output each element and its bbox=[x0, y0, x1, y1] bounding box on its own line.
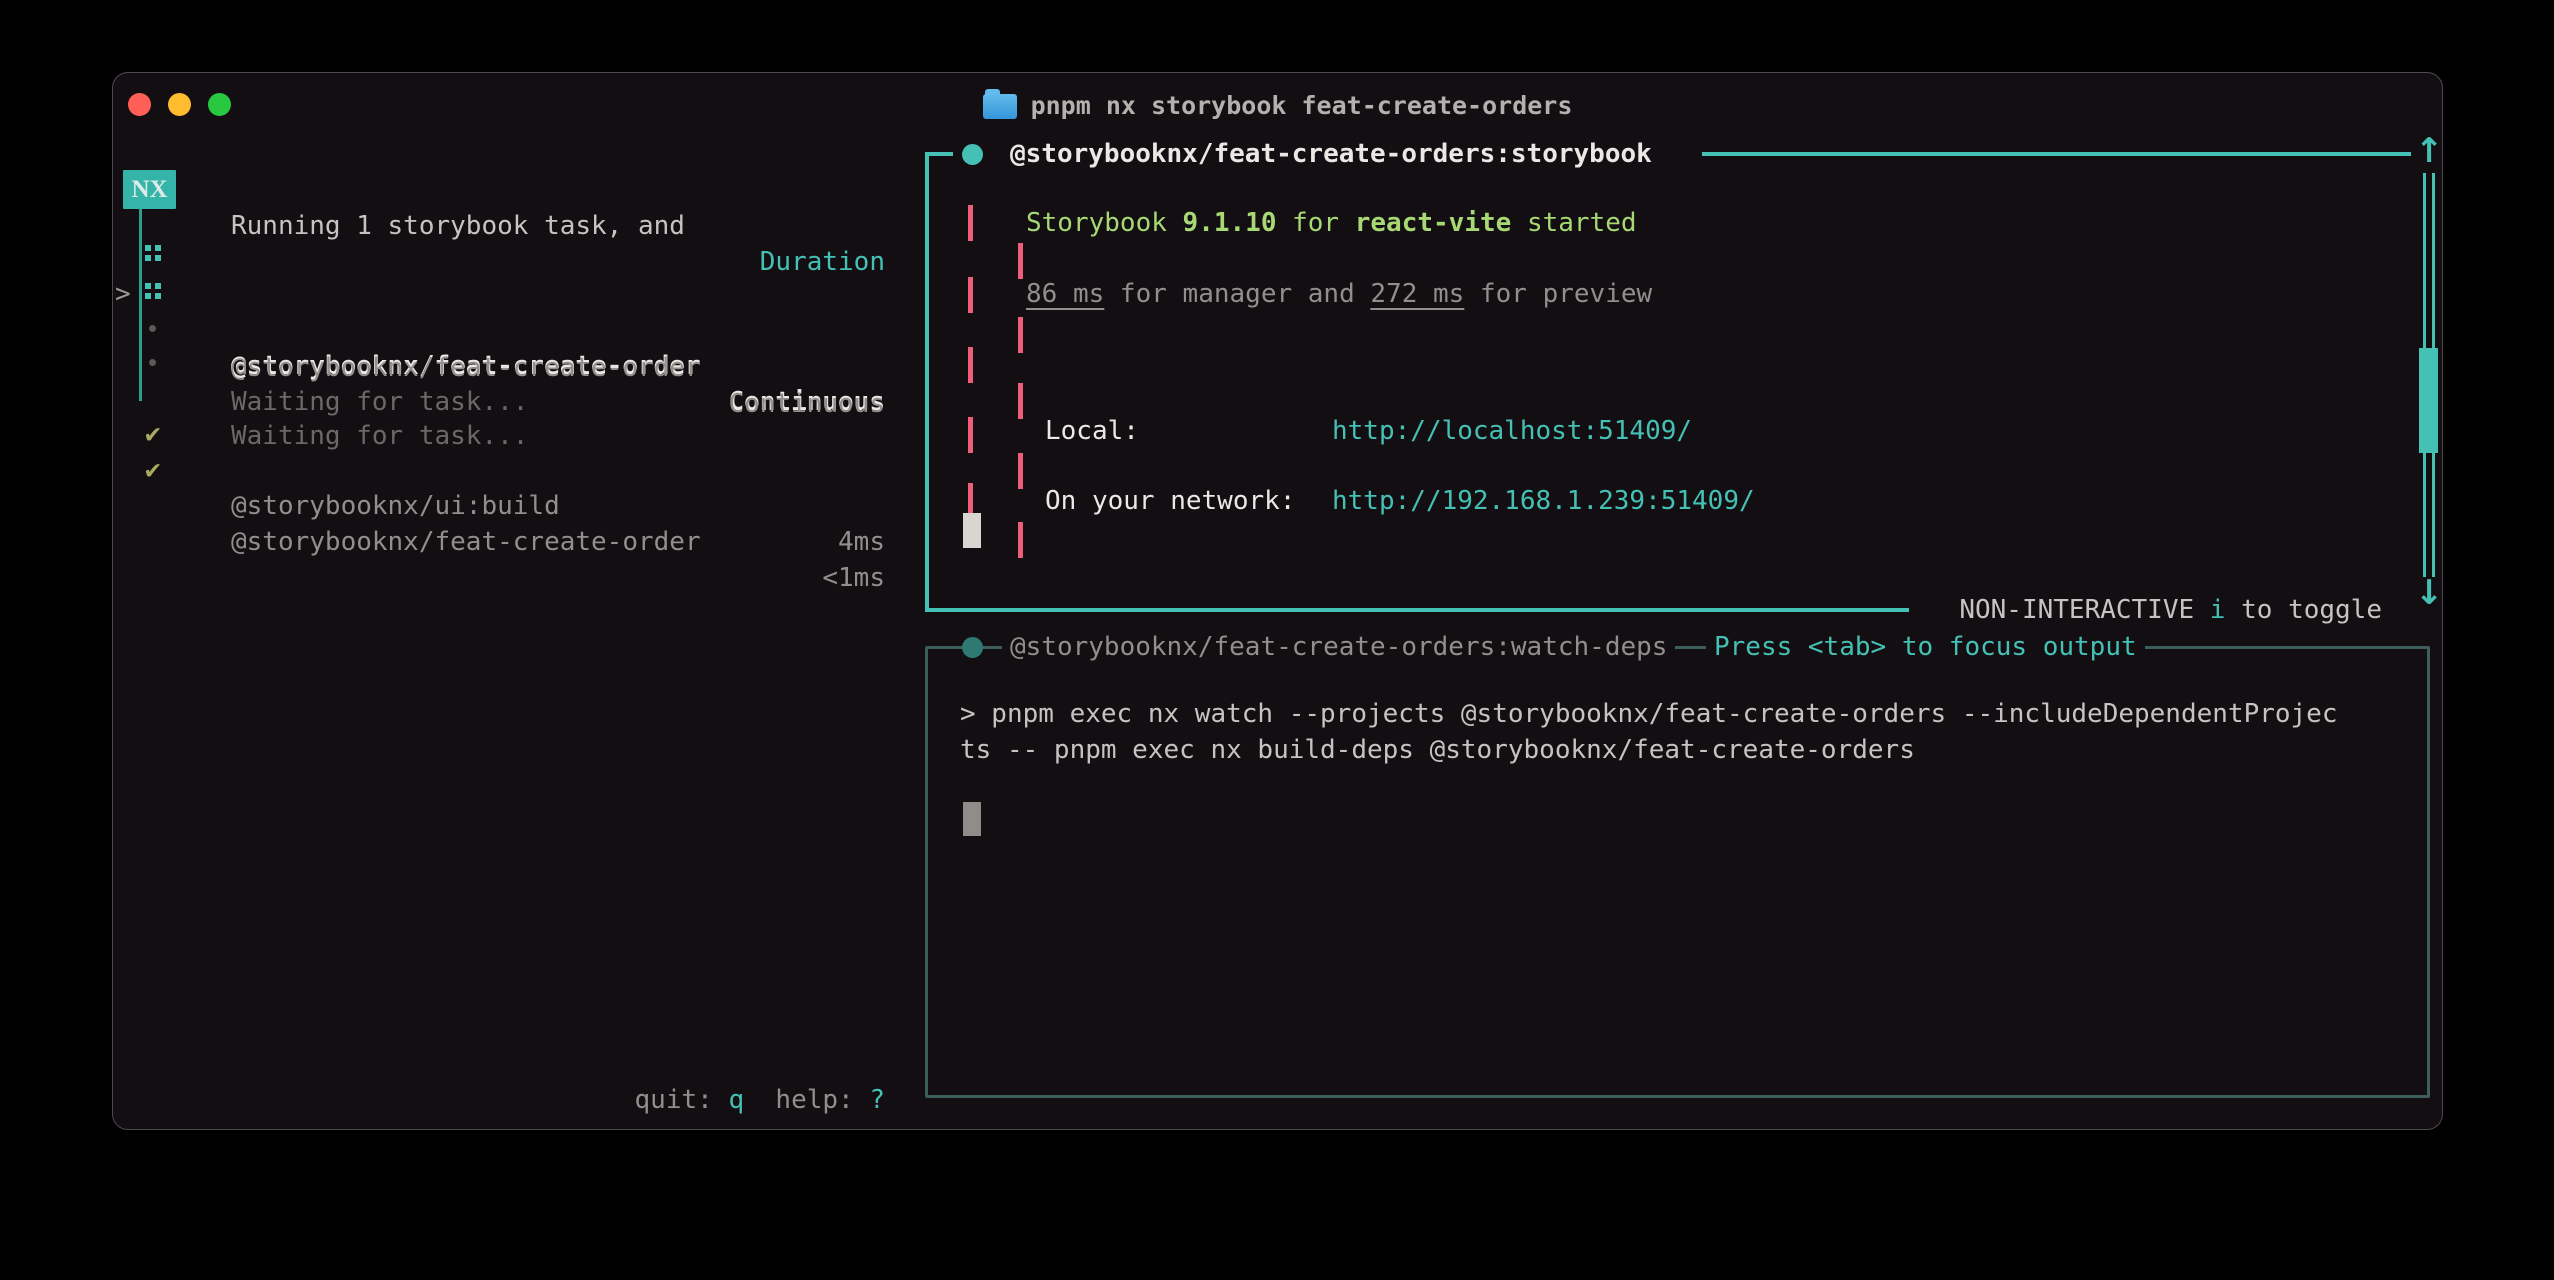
preview-time: 272 ms bbox=[1370, 279, 1464, 309]
panel-border-stub bbox=[925, 152, 953, 156]
task-name: Waiting for task... bbox=[231, 384, 528, 420]
task-name: @storybooknx/feat-create-order bbox=[231, 524, 701, 560]
terminal-cursor bbox=[963, 513, 981, 548]
task-bullet-icon bbox=[962, 637, 983, 658]
task-duration: <1ms bbox=[822, 560, 885, 596]
terminal-window: pnpm nx storybook feat-create-orders NX … bbox=[112, 72, 2443, 1130]
check-icon: ✔ bbox=[145, 416, 161, 452]
window-title: pnpm nx storybook feat-create-orders bbox=[1031, 91, 1573, 120]
help-hint-label: help: bbox=[775, 1085, 869, 1115]
task-name: @storybooknx/ui:build bbox=[231, 488, 560, 524]
storybook-builder: react-vite bbox=[1355, 208, 1512, 238]
watch-command-line: ts -- pnpm exec nx build-deps @storybook… bbox=[960, 732, 1915, 768]
terminal-cursor bbox=[963, 802, 981, 836]
help-key: ? bbox=[869, 1085, 885, 1115]
task-bullet-icon bbox=[962, 144, 983, 165]
task-row[interactable]: Waiting for task... bbox=[115, 346, 885, 382]
noninteractive-hint: NON-INTERACTIVE i to toggle bbox=[1959, 592, 2382, 628]
toggle-key: i bbox=[2210, 595, 2226, 625]
task-row-completed[interactable]: ✔ @storybooknx/feat-create-order <1ms bbox=[115, 452, 885, 488]
local-url-link[interactable]: http://localhost:51409/ bbox=[1332, 413, 1692, 449]
storybook-version: 9.1.10 bbox=[1183, 208, 1277, 238]
quit-key: q bbox=[728, 1085, 744, 1115]
box-bar bbox=[1018, 243, 1023, 279]
scrollbar-thumb[interactable] bbox=[2419, 348, 2438, 453]
spinner-icon bbox=[145, 245, 161, 261]
box-bar bbox=[968, 417, 973, 453]
task-row[interactable]: @storybooknx/feat-create-order Continuou… bbox=[115, 278, 885, 314]
scroll-up-icon[interactable]: ↑ bbox=[2411, 133, 2447, 169]
watchdeps-panel-title: @storybooknx/feat-create-orders:watch-de… bbox=[1002, 629, 1675, 665]
manager-time: 86 ms bbox=[1026, 279, 1104, 309]
box-bar bbox=[1018, 383, 1023, 419]
pending-dot-icon bbox=[145, 351, 161, 367]
watch-command-line: > pnpm exec nx watch --projects @storybo… bbox=[960, 696, 2338, 732]
box-bar bbox=[1018, 317, 1023, 353]
task-row-completed[interactable]: ✔ @storybooknx/ui:build 4ms bbox=[115, 416, 885, 452]
tasklist-header: Running 1 storybook task, and Duration bbox=[115, 172, 885, 208]
task-row[interactable]: Waiting for task... bbox=[115, 312, 885, 348]
network-url-link[interactable]: http://192.168.1.239:51409/ bbox=[1332, 483, 1755, 519]
network-label: On your network: bbox=[1045, 483, 1295, 519]
window-titlebar: pnpm nx storybook feat-create-orders bbox=[113, 83, 2442, 127]
panel-border-left bbox=[925, 152, 929, 612]
folder-icon bbox=[983, 94, 1017, 119]
task-duration: 4ms bbox=[838, 524, 885, 560]
pending-dot-icon bbox=[145, 317, 161, 333]
box-bar bbox=[1018, 453, 1023, 489]
keyboard-hints: quit: q help: ? bbox=[115, 1082, 885, 1118]
box-bar bbox=[968, 347, 973, 383]
local-label: Local: bbox=[1045, 413, 1139, 449]
tasklist-summary: Running 1 storybook task, and bbox=[231, 208, 685, 244]
check-icon: ✔ bbox=[145, 452, 161, 488]
task-row[interactable]: > @storybooknx/feat-create-order Continu… bbox=[115, 240, 885, 276]
box-bar bbox=[968, 277, 973, 313]
storybook-started-line: Storybook 9.1.10 for react-vite started bbox=[1026, 205, 1637, 241]
spinner-icon bbox=[145, 283, 161, 299]
panel-border-bottom bbox=[925, 608, 1909, 612]
focus-output-hint: Press <tab> to focus output bbox=[1706, 629, 2145, 665]
storybook-timing-line: 86 ms for manager and 272 ms for preview bbox=[1026, 276, 1652, 312]
quit-hint-label: quit: bbox=[635, 1085, 729, 1115]
box-bar bbox=[968, 205, 973, 241]
box-bar bbox=[1018, 522, 1023, 558]
panel-border-top bbox=[1702, 152, 2411, 156]
storybook-panel-title: @storybooknx/feat-create-orders:storyboo… bbox=[1010, 136, 1652, 172]
scroll-down-icon[interactable]: ↓ bbox=[2411, 575, 2447, 611]
